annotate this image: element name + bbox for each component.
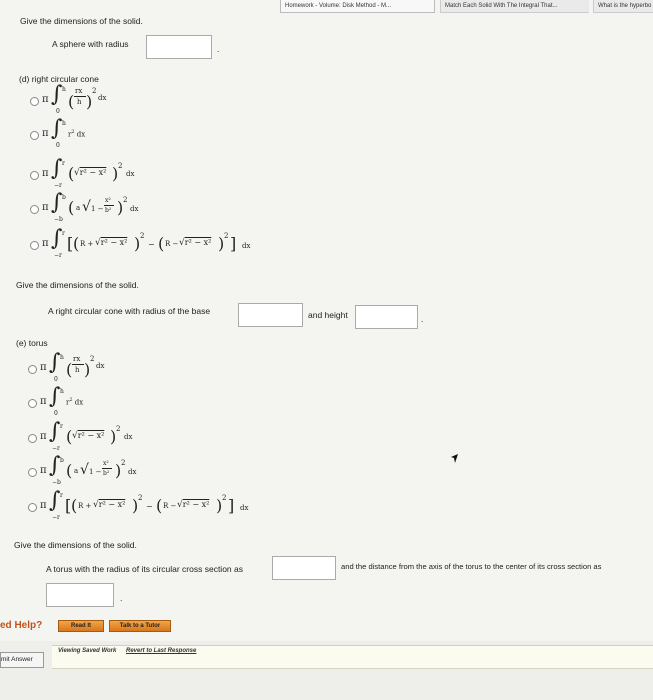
torus-label-cross-section: A torus with the radius of its circular … bbox=[46, 564, 243, 574]
need-help-label: ed Help? bbox=[0, 620, 43, 631]
torus-distance-input[interactable] bbox=[46, 583, 114, 607]
part-e-option-1-radio[interactable] bbox=[28, 365, 37, 374]
part-d-option-2-radio[interactable] bbox=[30, 131, 39, 140]
part-d-option-3-radio[interactable] bbox=[30, 171, 39, 180]
talk-to-tutor-button[interactable]: Talk to a Tutor bbox=[109, 620, 171, 632]
read-it-button[interactable]: Read It bbox=[58, 620, 104, 632]
viewing-saved-work-label: Viewing Saved Work bbox=[58, 648, 117, 654]
tab-hyperbola[interactable]: What is the hyperbo bbox=[593, 0, 653, 13]
part-d-option-4-radio[interactable] bbox=[30, 205, 39, 214]
part-e-option-5-radio[interactable] bbox=[28, 503, 37, 512]
sphere-label: A sphere with radius bbox=[52, 39, 129, 49]
part-e-title: (e) torus bbox=[16, 338, 48, 348]
cone-label-height: and height bbox=[308, 310, 348, 320]
cone-radius-input[interactable] bbox=[238, 303, 303, 327]
cone-suffix: . bbox=[421, 314, 424, 324]
revert-link[interactable]: Revert to Last Response bbox=[126, 648, 196, 654]
browser-tab-bar: Homework - Volume: Disk Method - M... Ma… bbox=[0, 0, 653, 14]
sphere-suffix: . bbox=[217, 44, 220, 54]
part-e-option-4-radio[interactable] bbox=[28, 468, 37, 477]
tab-match-solid[interactable]: Match Each Solid With The Integral That.… bbox=[440, 0, 589, 13]
cursor-icon bbox=[451, 454, 458, 463]
submit-answer-button[interactable]: mit Answer bbox=[0, 652, 44, 668]
cone-prompt: Give the dimensions of the solid. bbox=[16, 280, 139, 290]
sphere-prompt: Give the dimensions of the solid. bbox=[20, 16, 143, 26]
saved-work-bar: Viewing Saved Work Revert to Last Respon… bbox=[52, 646, 653, 669]
torus-label-distance: and the distance from the axis of the to… bbox=[341, 562, 602, 571]
part-e-option-2-radio[interactable] bbox=[28, 399, 37, 408]
part-e-option-3-radio[interactable] bbox=[28, 434, 37, 443]
part-d-option-1-radio[interactable] bbox=[30, 97, 39, 106]
tab-homework[interactable]: Homework - Volume: Disk Method - M... bbox=[280, 0, 435, 13]
torus-suffix: . bbox=[120, 593, 123, 603]
part-d-option-5-radio[interactable] bbox=[30, 241, 39, 250]
cone-height-input[interactable] bbox=[355, 305, 418, 329]
torus-prompt: Give the dimensions of the solid. bbox=[14, 540, 137, 550]
cone-label-radius: A right circular cone with radius of the… bbox=[48, 306, 211, 316]
torus-cross-section-radius-input[interactable] bbox=[272, 556, 336, 580]
sphere-radius-input[interactable] bbox=[146, 35, 212, 59]
